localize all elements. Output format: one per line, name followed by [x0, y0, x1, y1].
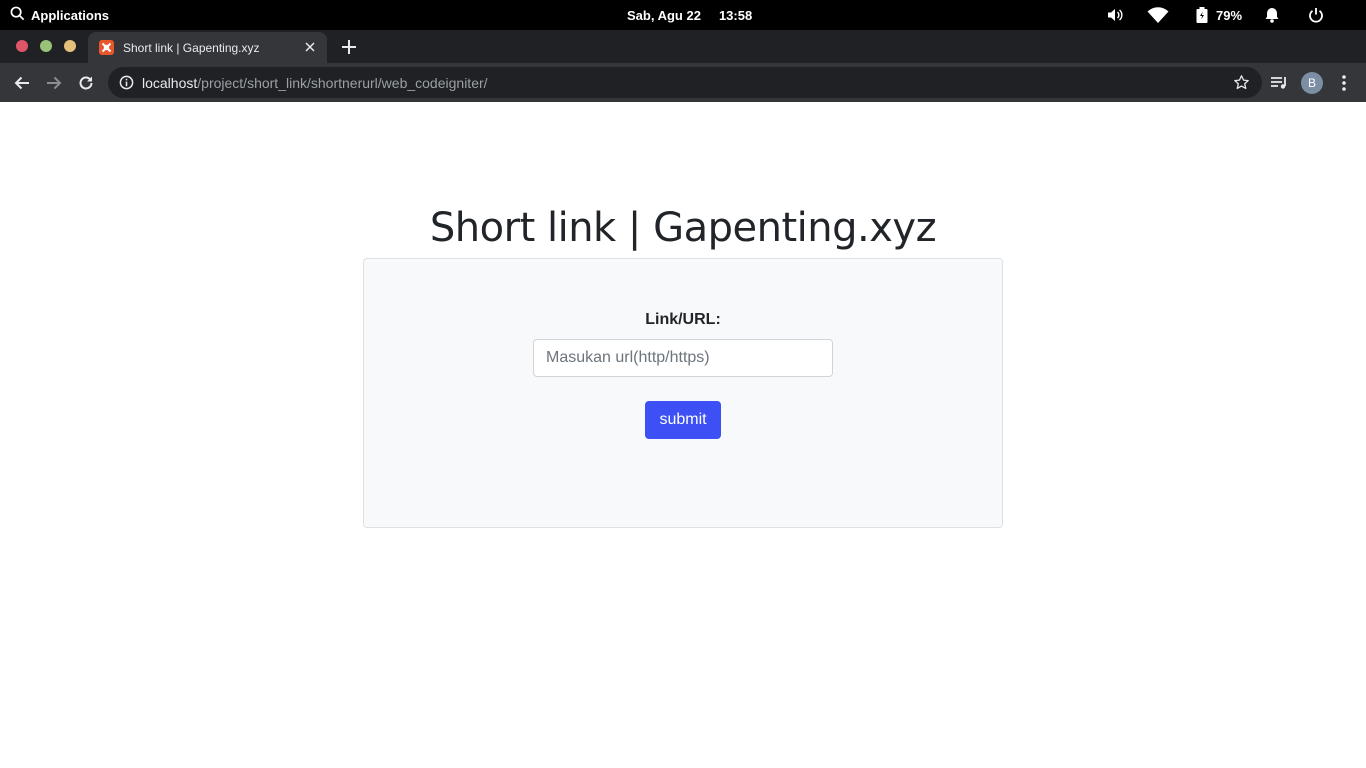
xampp-icon	[99, 40, 114, 55]
browser-toolbar: localhost/project/short_link/shortnerurl…	[0, 63, 1366, 102]
battery-icon[interactable]	[1196, 0, 1208, 30]
clock[interactable]: Sab, Agu 22 13:58	[627, 0, 752, 30]
applications-label: Applications	[31, 7, 110, 23]
url-host: localhost	[142, 75, 198, 91]
search-icon	[10, 6, 25, 24]
page-content: Short link | Gapenting.xyz Link/URL: sub…	[0, 102, 1366, 768]
power-icon[interactable]	[1308, 0, 1324, 30]
wifi-icon[interactable]	[1147, 0, 1169, 30]
window-maximize-button[interactable]	[64, 40, 76, 52]
forward-icon[interactable]	[43, 72, 65, 94]
tab-title: Short link | Gapenting.xyz	[123, 41, 260, 55]
close-tab-icon[interactable]	[302, 39, 318, 55]
system-top-bar: Applications Sab, Agu 22 13:58 79%	[0, 0, 1366, 30]
tab-short-link[interactable]: Short link | Gapenting.xyz	[88, 32, 327, 63]
shorten-form-card: Link/URL: submit	[363, 258, 1003, 528]
window-minimize-button[interactable]	[40, 40, 52, 52]
menu-kebab-icon[interactable]	[1333, 72, 1355, 94]
url-text: localhost/project/short_link/shortnerurl…	[142, 75, 488, 91]
volume-icon[interactable]	[1107, 0, 1123, 30]
bell-icon[interactable]	[1264, 0, 1280, 30]
profile-avatar[interactable]: B	[1301, 72, 1323, 94]
bookmark-star-icon[interactable]	[1233, 74, 1250, 91]
reload-icon[interactable]	[75, 72, 97, 94]
battery-percent: 79%	[1216, 7, 1243, 23]
address-bar[interactable]: localhost/project/short_link/shortnerurl…	[108, 67, 1262, 98]
url-path: /project/short_link/shortnerurl/web_code…	[197, 75, 488, 91]
applications-menu[interactable]: Applications	[10, 0, 109, 30]
url-field-label: Link/URL:	[645, 311, 721, 328]
back-icon[interactable]	[11, 72, 33, 94]
tab-strip: Short link | Gapenting.xyz	[0, 30, 1366, 63]
submit-button[interactable]: submit	[645, 401, 721, 439]
media-queue-icon[interactable]	[1268, 72, 1290, 94]
system-tray: 79%	[1106, 0, 1366, 30]
time-text: 13:58	[718, 7, 753, 23]
url-input[interactable]	[533, 339, 833, 377]
info-icon[interactable]	[119, 75, 134, 90]
date-text: Sab, Agu 22	[627, 7, 701, 23]
window-close-button[interactable]	[16, 40, 28, 52]
new-tab-icon[interactable]	[340, 38, 358, 56]
page-title: Short link | Gapenting.xyz	[429, 205, 937, 251]
